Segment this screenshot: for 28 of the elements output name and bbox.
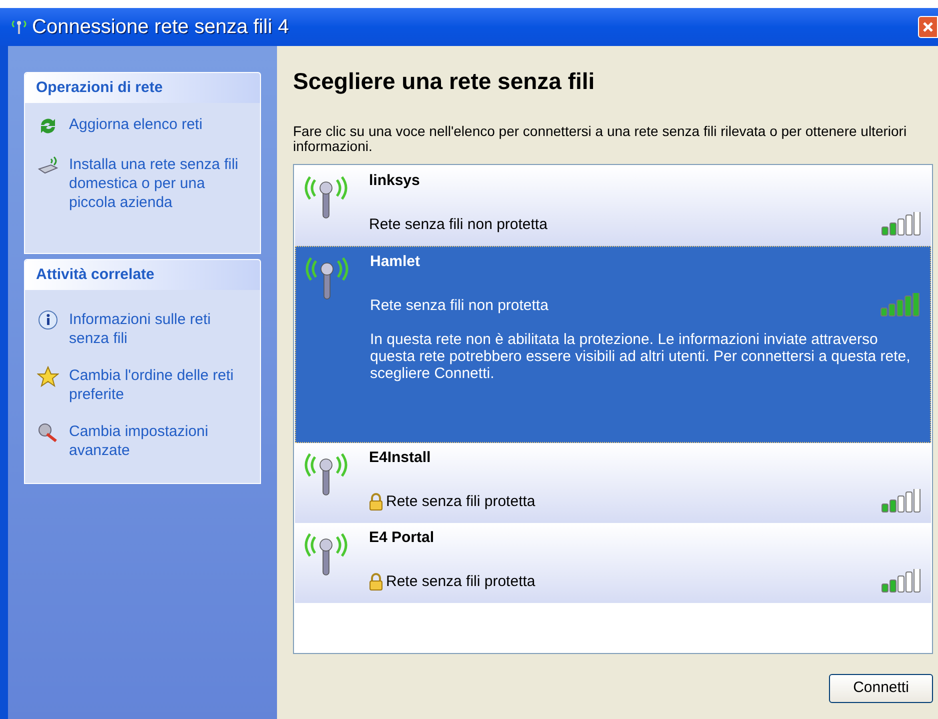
- instructions-text: Fare clic su una voce nell'elenco per connettersi a una rete senza fili rilevata o per ottenere ulteriori informazioni.: [293, 124, 908, 154]
- network-status: Rete senza fili protetta: [386, 572, 536, 592]
- close-icon: [922, 21, 934, 33]
- info-icon: [37, 310, 59, 332]
- network-name: linksys: [369, 172, 421, 190]
- network-name: E4Install: [369, 449, 432, 467]
- connect-button[interactable]: Connetti: [829, 674, 933, 703]
- task-group-title: Attività correlate: [25, 260, 260, 290]
- padlock-icon: [369, 492, 383, 511]
- task-link[interactable]: Cambia impostazioni avanzate: [69, 422, 248, 460]
- network-item[interactable]: [295, 246, 931, 443]
- star-icon: [37, 366, 59, 388]
- network-details: In questa rete non è abilitata la protezione. Le informazioni inviate attraverso questa rete potrebbero essere visibili ad altri utenti. Per connettersi a questa rete, scegliere Connetti.: [370, 331, 912, 382]
- task-link[interactable]: Cambia l'ordine delle reti preferite: [69, 366, 248, 404]
- task-link[interactable]: Installa una rete senza fili domestica o per una piccola azienda: [69, 155, 248, 212]
- task-link[interactable]: Informazioni sulle reti senza fili: [69, 310, 248, 348]
- wireless-icon: [10, 19, 28, 35]
- padlock-icon: [369, 572, 383, 591]
- task-group-title: Operazioni di rete: [25, 73, 260, 103]
- network-name: Hamlet: [370, 253, 422, 271]
- window-title: Connessione rete senza fili 4: [32, 15, 289, 40]
- close-button[interactable]: [918, 16, 938, 38]
- network-name: E4 Portal: [369, 529, 436, 547]
- page-heading: Scegliere una rete senza fili: [293, 67, 596, 96]
- network-status: Rete senza fili non protetta: [370, 296, 548, 316]
- task-link[interactable]: Aggiorna elenco reti: [69, 115, 248, 134]
- network-status: Rete senza fili protetta: [386, 492, 536, 512]
- network-status: Rete senza fili non protetta: [369, 214, 548, 234]
